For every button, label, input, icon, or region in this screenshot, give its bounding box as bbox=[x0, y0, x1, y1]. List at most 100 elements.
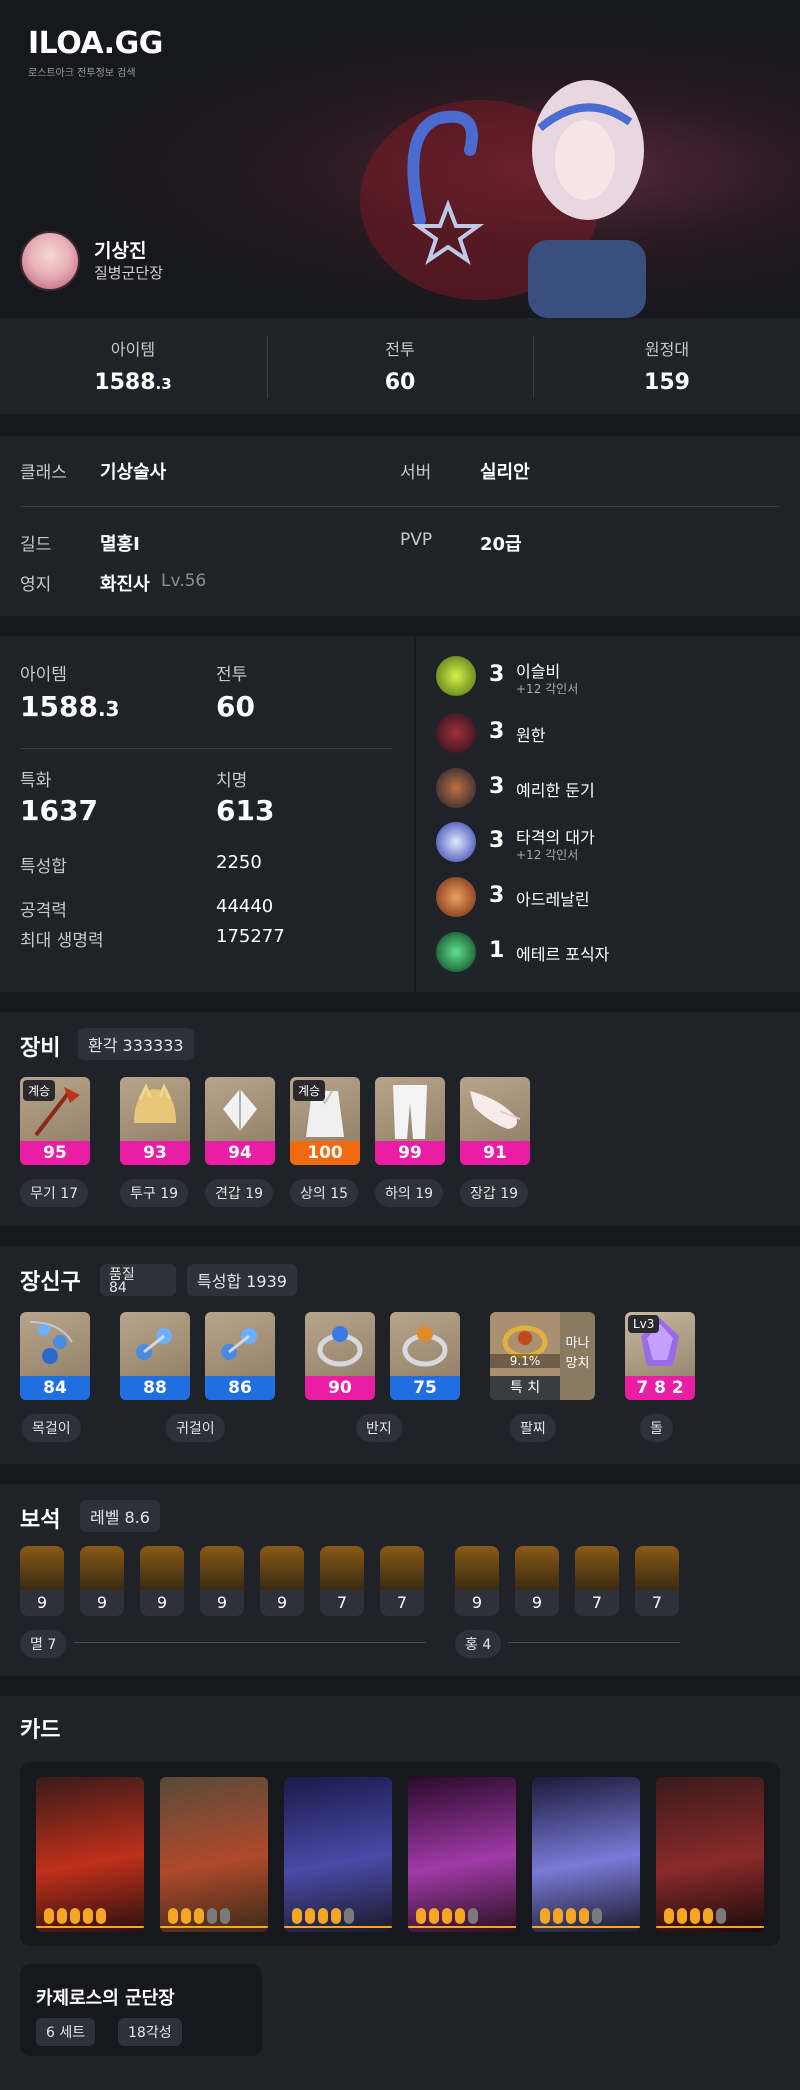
equipment-slot-helmet[interactable]: 93 bbox=[120, 1077, 190, 1165]
equipment-label: 장갑 19 bbox=[460, 1179, 529, 1207]
gem-slot[interactable]: 9 bbox=[80, 1546, 124, 1616]
card-awaken-line bbox=[656, 1926, 764, 1928]
engraving-name[interactable]: 이슬비 bbox=[516, 658, 560, 682]
engraving-name[interactable]: 원한 bbox=[516, 722, 545, 746]
gem-slot[interactable]: 7 bbox=[380, 1546, 424, 1616]
accessory-necklace[interactable]: 84 bbox=[20, 1312, 90, 1400]
detail-item-label: 아이템 bbox=[20, 665, 67, 685]
stat-sum-label: 특성합 bbox=[20, 857, 67, 877]
accessory-earring-2[interactable]: 86 bbox=[205, 1312, 275, 1400]
gem-group-line bbox=[74, 1642, 426, 1643]
accessory-label: 팔찌 bbox=[510, 1414, 556, 1442]
gem-slot[interactable]: 7 bbox=[635, 1546, 679, 1616]
detail-item-value: 1588.3 bbox=[20, 690, 119, 723]
bracelet-stat: 특 치 bbox=[490, 1376, 560, 1400]
gem-level: 9 bbox=[531, 1593, 543, 1612]
accessory-ring-1[interactable]: 90 bbox=[305, 1312, 375, 1400]
gem-icon bbox=[80, 1546, 124, 1590]
equipment-slot-pants[interactable]: 99 bbox=[375, 1077, 445, 1165]
ring-icon bbox=[402, 1326, 448, 1367]
gem-icon bbox=[635, 1546, 679, 1590]
quality-bar: 99 bbox=[375, 1141, 445, 1165]
detail-panel: 아이템 1588.3 전투 60 특화 1637 치명 613 특성합 2250… bbox=[0, 636, 800, 992]
card-awaken-dots bbox=[416, 1908, 478, 1924]
necklace-icon bbox=[29, 1321, 73, 1364]
gem-slot[interactable]: 9 bbox=[515, 1546, 559, 1616]
gem-slot[interactable]: 7 bbox=[320, 1546, 364, 1616]
server-label: 서버 bbox=[400, 463, 432, 483]
gem-icon bbox=[260, 1546, 304, 1590]
logo[interactable]: ILOA.GG bbox=[28, 26, 163, 61]
class-value: 기상술사 bbox=[100, 462, 167, 483]
card-slot[interactable] bbox=[408, 1777, 516, 1932]
engraving-name[interactable]: 예리한 둔기 bbox=[516, 777, 595, 801]
guild-label: 길드 bbox=[20, 535, 52, 555]
gem-slot[interactable]: 7 bbox=[575, 1546, 619, 1616]
accessory-earring-1[interactable]: 88 bbox=[120, 1312, 190, 1400]
quality-bar: 86 bbox=[205, 1376, 275, 1400]
detail-combat-label: 전투 bbox=[216, 665, 248, 685]
card-set-box[interactable]: 카제로스의 군단장 6 세트 18각성 bbox=[20, 1964, 262, 2056]
equipment-slot-gloves[interactable]: 91 bbox=[460, 1077, 530, 1165]
server-value[interactable]: 실리안 bbox=[480, 458, 530, 484]
engraving-name[interactable]: 에테르 포식자 bbox=[516, 941, 609, 965]
equipment-section: 장비 환각 333333 계승 95 93 94 계승 100 99 91 무기 bbox=[0, 1012, 800, 1226]
engraving-level: 3 bbox=[489, 719, 505, 744]
gem-level: 7 bbox=[651, 1593, 663, 1612]
gem-level: 9 bbox=[36, 1593, 48, 1612]
hero-banner: ILOA.GG 로스트아크 전투정보 검색 기상진 질병군단장 bbox=[0, 0, 800, 318]
gem-slot[interactable]: 9 bbox=[200, 1546, 244, 1616]
gem-slot[interactable]: 9 bbox=[140, 1546, 184, 1616]
guild-value[interactable]: 멸홍I bbox=[100, 530, 140, 556]
card-set-name: 카제로스의 군단장 bbox=[36, 1988, 175, 2009]
page: ILOA.GG 로스트아크 전투정보 검색 기상진 질병군단장 아이템 1588… bbox=[0, 0, 800, 2090]
stat-label: 아이템 bbox=[110, 340, 156, 359]
gem-icon bbox=[380, 1546, 424, 1590]
engraving-icon bbox=[436, 877, 476, 917]
equipment-slot-shoulder[interactable]: 94 bbox=[205, 1077, 275, 1165]
quality-bar: 94 bbox=[205, 1141, 275, 1165]
ability-stone[interactable]: Lv3 7 8 2 bbox=[625, 1312, 695, 1400]
stat-value: 159 bbox=[644, 370, 690, 395]
accessory-bracelet[interactable]: 9.1% 특 치 마나 망치 bbox=[490, 1312, 595, 1400]
gem-level: 7 bbox=[396, 1593, 408, 1612]
earring-icon bbox=[221, 1328, 257, 1360]
gem-icon bbox=[320, 1546, 364, 1590]
stat-value-sub: .3 bbox=[155, 375, 172, 393]
earring-icon bbox=[136, 1328, 172, 1360]
accessory-ring-2[interactable]: 75 bbox=[390, 1312, 460, 1400]
card-slot[interactable] bbox=[656, 1777, 764, 1932]
gem-slot[interactable]: 9 bbox=[260, 1546, 304, 1616]
gem-group-label: 홍 4 bbox=[455, 1630, 502, 1658]
quality-badge: 품질 84 bbox=[100, 1264, 176, 1296]
card-awaken-total: 18각성 bbox=[118, 2018, 182, 2046]
stat-value: 1588 bbox=[94, 370, 156, 395]
gem-group-label: 멸 7 bbox=[20, 1630, 67, 1658]
gem-icon bbox=[575, 1546, 619, 1590]
engraving-name[interactable]: 아드레날린 bbox=[516, 886, 590, 910]
card-awaken-line bbox=[408, 1926, 516, 1928]
gem-slot[interactable]: 9 bbox=[20, 1546, 64, 1616]
detail-combat-value: 60 bbox=[216, 690, 255, 723]
equipment-slot-top[interactable]: 계승 100 bbox=[290, 1077, 360, 1165]
card-slot[interactable] bbox=[160, 1777, 268, 1932]
stat-label: 원정대 bbox=[644, 340, 690, 359]
quality-bar: 91 bbox=[460, 1141, 530, 1165]
detail-item-sub: .3 bbox=[97, 697, 120, 721]
card-slot[interactable] bbox=[284, 1777, 392, 1932]
stat-value: 60 bbox=[384, 370, 416, 395]
card-slot[interactable] bbox=[36, 1777, 144, 1932]
engraving-level: 1 bbox=[489, 938, 505, 963]
quality-bar: 93 bbox=[120, 1141, 190, 1165]
helmet-icon bbox=[134, 1083, 176, 1123]
avatar bbox=[20, 231, 80, 291]
engraving-level: 3 bbox=[489, 883, 505, 908]
equipment-badge: 환각 333333 bbox=[78, 1028, 194, 1060]
card-slot[interactable] bbox=[532, 1777, 640, 1932]
quality-bar: 88 bbox=[120, 1376, 190, 1400]
quality-bar: 84 bbox=[20, 1376, 90, 1400]
engraving-name[interactable]: 타격의 대가 bbox=[516, 824, 595, 848]
gem-slot[interactable]: 9 bbox=[455, 1546, 499, 1616]
estate-value: 화진사 bbox=[100, 574, 150, 595]
equipment-slot-weapon[interactable]: 계승 95 bbox=[20, 1077, 90, 1165]
